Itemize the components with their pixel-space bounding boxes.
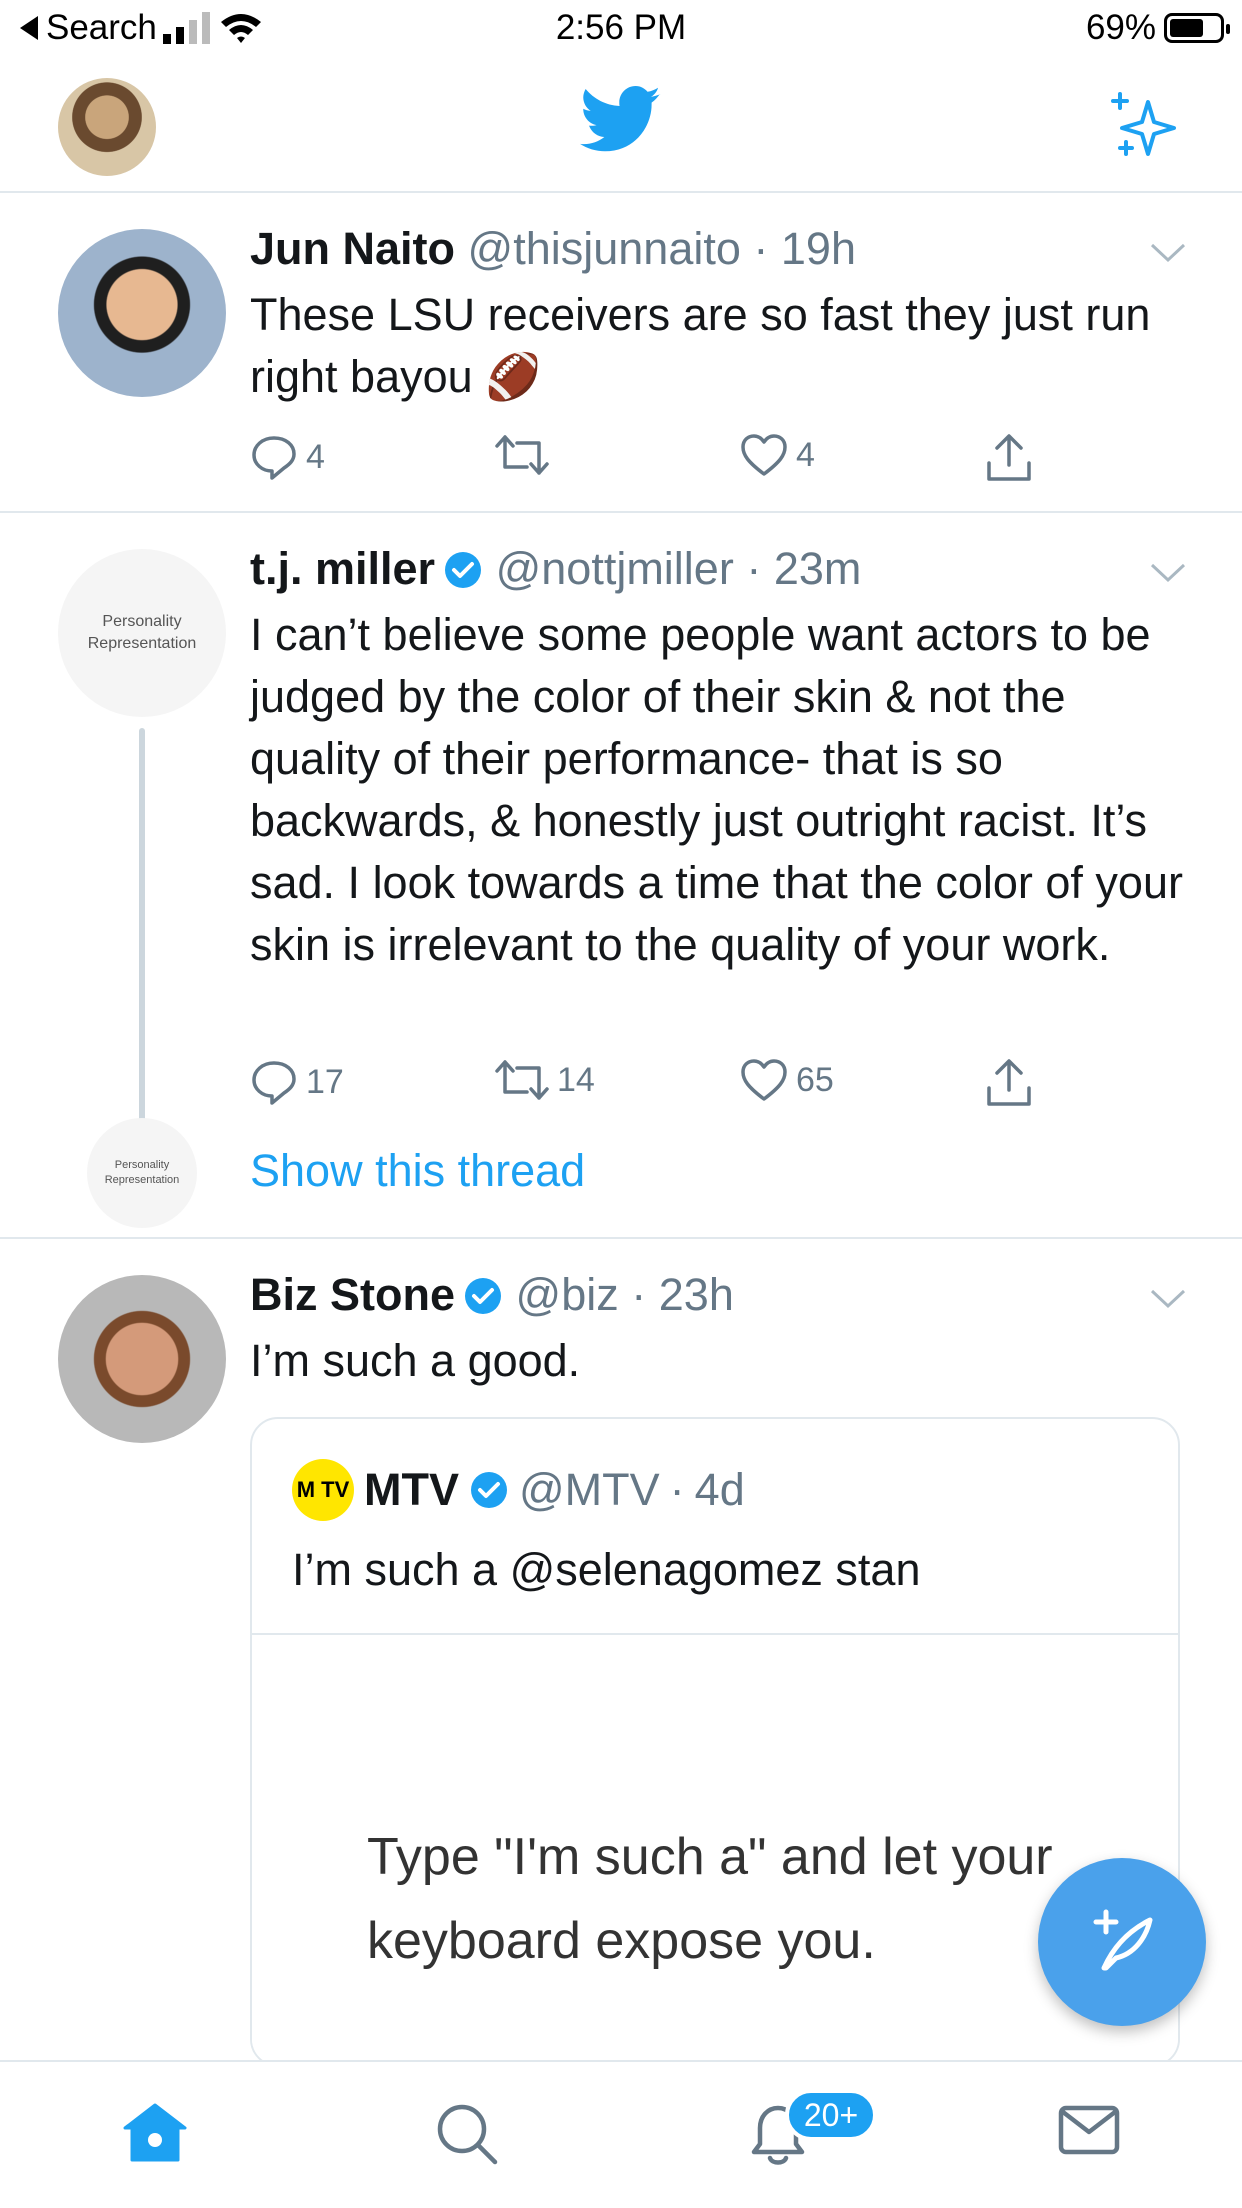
media-caption-line: Type "I'm such a" and let your [367, 1828, 1053, 1886]
tweet-time: 19h [780, 223, 856, 274]
retweet-icon [495, 435, 549, 475]
like-count: 65 [796, 1060, 834, 1099]
quoted-author-name: MTV [364, 1464, 459, 1515]
messages-icon[interactable] [1057, 2102, 1121, 2158]
heart-icon [741, 434, 787, 476]
verified-badge-icon [465, 1278, 502, 1314]
tweet-text: I can’t believe some people want actors … [250, 609, 1183, 970]
sparkle-icon[interactable] [1108, 90, 1180, 162]
reply-button[interactable]: 4 [250, 433, 325, 481]
tweet-text: These LSU receivers are so fast they jus… [250, 289, 1151, 402]
retweet-button[interactable] [495, 433, 557, 477]
thread-connector-line [139, 728, 145, 1123]
separator-dot: · [631, 1269, 647, 1320]
share-button[interactable] [985, 433, 1033, 483]
reply-button[interactable]: 17 [250, 1058, 344, 1106]
author-handle[interactable]: @nottjmiller [496, 543, 734, 594]
battery-percent: 69% [1085, 8, 1156, 47]
avatar-placeholder-text: Personality Representation [104, 1159, 180, 1186]
like-count: 4 [796, 435, 815, 474]
bottom-tab-bar [0, 2060, 1242, 2208]
verified-badge-icon [445, 552, 482, 588]
status-bar-right: 69% [1085, 8, 1230, 48]
quoted-tweet-media[interactable]: Type "I'm such a" and let your keyboard … [252, 1633, 1178, 2065]
tweet-header: Jun Naito @thisjunnaito · 19h [250, 223, 856, 275]
share-icon [987, 434, 1031, 481]
tweet[interactable]: Jun Naito @thisjunnaito · 19h These LSU … [0, 193, 1242, 513]
retweet-count: 14 [557, 1060, 595, 1099]
thread-avatar[interactable]: Personality Representation [87, 1118, 197, 1228]
chevron-down-icon[interactable] [1150, 1289, 1186, 1309]
heart-icon [741, 1059, 787, 1101]
quoted-author-handle: @MTV [519, 1464, 660, 1515]
quoted-tweet-card[interactable]: M TV MTV @MTV · 4d I’m such a @selenagom… [250, 1417, 1180, 2067]
battery-fill [1170, 19, 1204, 37]
reply-count: 4 [306, 437, 325, 476]
author-name[interactable]: Biz Stone [250, 1269, 455, 1320]
author-name[interactable]: t.j. miller [250, 543, 435, 594]
tweet-text: I’m such a good. [250, 1335, 581, 1386]
tweet-header: t.j. miller @nottjmiller · 23m [250, 543, 861, 595]
mtv-logo-avatar: M TV [292, 1459, 354, 1521]
compose-feather-icon [1093, 1909, 1153, 1971]
reply-count: 17 [306, 1062, 344, 1101]
home-icon[interactable] [122, 2102, 188, 2164]
search-icon[interactable] [435, 2102, 499, 2166]
retweet-button[interactable]: 14 [495, 1058, 595, 1102]
verified-badge-icon [471, 1472, 507, 1508]
share-icon [987, 1059, 1031, 1106]
separator-dot: · [669, 1464, 685, 1515]
profile-avatar[interactable] [58, 78, 156, 176]
media-caption-line: keyboard expose you. [367, 1912, 876, 1970]
tweet-actions: 17 14 65 [250, 1058, 1050, 1118]
avatar-placeholder-text: Personality Representation [87, 613, 197, 652]
tweet-time: 23m [773, 543, 862, 594]
avatar[interactable]: Personality Representation [58, 549, 226, 717]
like-button[interactable]: 4 [740, 433, 815, 477]
like-button[interactable]: 65 [740, 1058, 834, 1102]
quoted-tweet-time: 4d [694, 1464, 745, 1515]
retweet-icon [495, 1060, 549, 1100]
separator-dot: · [746, 543, 762, 594]
show-thread-link[interactable]: Show this thread [250, 1145, 585, 1197]
avatar[interactable] [58, 1275, 226, 1443]
tweet[interactable]: Personality Representation t.j. miller @… [0, 513, 1242, 1239]
battery-icon [1164, 13, 1230, 43]
author-handle[interactable]: @thisjunnaito [468, 223, 741, 274]
chevron-down-icon[interactable] [1150, 563, 1186, 583]
reply-icon [252, 1061, 296, 1105]
reply-icon [252, 436, 296, 480]
separator-dot: · [753, 223, 769, 274]
notifications-badge: 20+ [785, 2089, 877, 2141]
top-nav-bar [0, 60, 1242, 193]
author-name[interactable]: Jun Naito [250, 223, 455, 274]
tweet-time: 23h [658, 1269, 734, 1320]
avatar[interactable] [58, 229, 226, 397]
chevron-down-icon[interactable] [1150, 243, 1186, 263]
status-bar: Search 2:56 PM 69% [0, 0, 1242, 60]
quoted-tweet-header: M TV MTV @MTV · 4d [292, 1459, 745, 1521]
tweet-header: Biz Stone @biz · 23h [250, 1269, 734, 1321]
media-caption: Type "I'm such a" and let your keyboard … [367, 1815, 1053, 1983]
status-time: 2:56 PM [555, 8, 687, 47]
tweet-actions: 4 4 [250, 433, 1050, 493]
share-button[interactable] [985, 1058, 1033, 1108]
quoted-tweet-text: I’m such a @selenagomez stan [292, 1544, 921, 1595]
mtv-logo-text: M TV [296, 1477, 350, 1502]
author-handle[interactable]: @biz [516, 1269, 619, 1320]
twitter-bird-icon [580, 86, 661, 152]
compose-tweet-button[interactable] [1038, 1858, 1206, 2026]
